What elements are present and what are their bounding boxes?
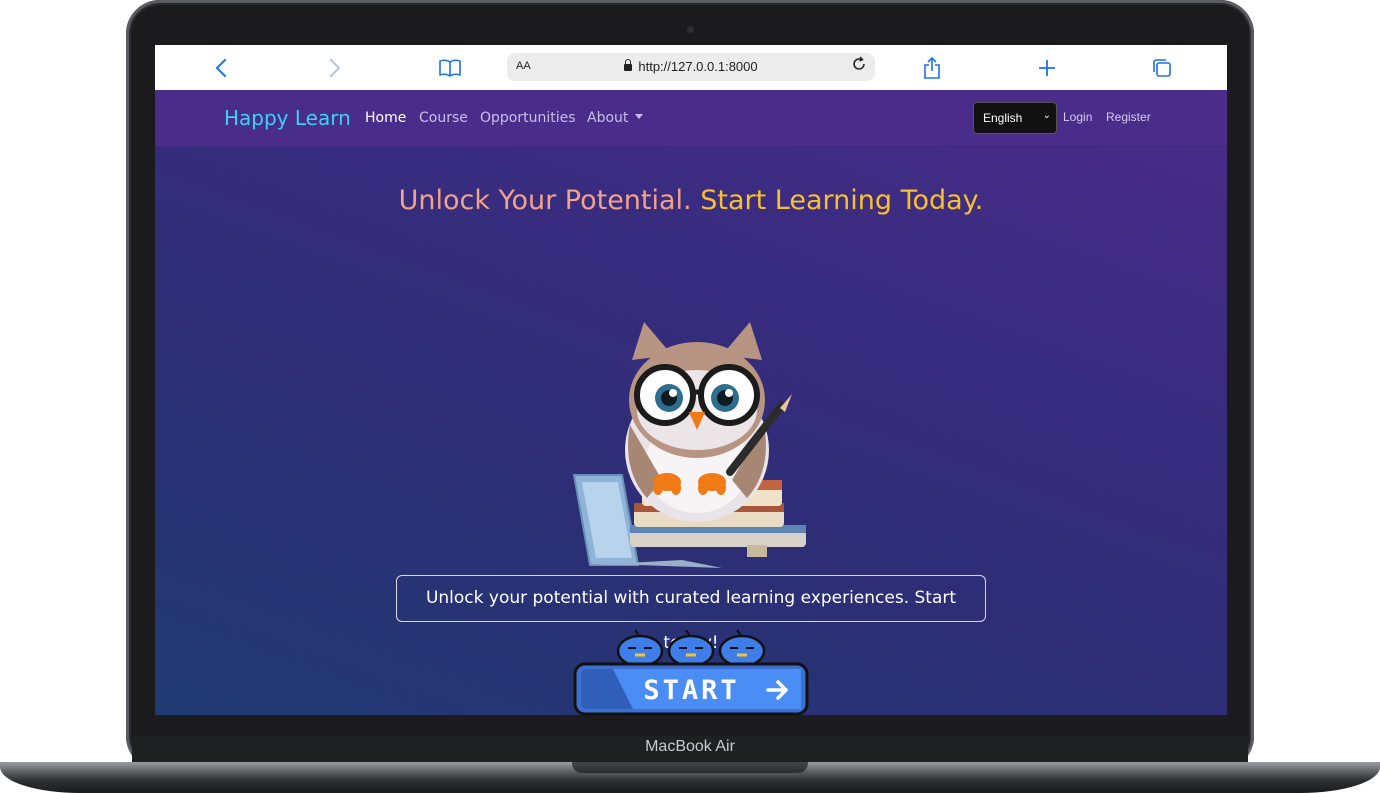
bird-icon (616, 629, 664, 668)
bookmarks-icon[interactable] (436, 54, 464, 82)
share-icon[interactable] (918, 54, 946, 82)
url-text: http://127.0.0.1:8000 (638, 59, 758, 74)
start-button-label: START (643, 675, 740, 706)
site-navbar: Happy Learn Home Course Opportunities Ab… (155, 90, 1227, 147)
laptop-screen: AA http://127.0.0.1:8000 Happy Learn Hom… (155, 45, 1227, 715)
hero-tagline: Unlock your potential with curated learn… (396, 575, 986, 653)
owl-illustration (572, 322, 806, 568)
device-label: MacBook Air (645, 738, 735, 755)
start-button[interactable]: START (573, 628, 809, 715)
nav-course[interactable]: Course (419, 110, 468, 126)
laptop-notch (572, 762, 808, 773)
lock-icon (624, 59, 633, 71)
nav-home[interactable]: Home (365, 110, 406, 126)
bird-icon (718, 629, 766, 668)
headline-part2: Start Learning Today. (700, 185, 984, 216)
new-tab-icon[interactable] (1033, 54, 1061, 82)
caret-down-icon (635, 114, 644, 119)
language-selected: English (983, 111, 1023, 125)
tabs-overview-icon[interactable] (1148, 54, 1176, 82)
bird-icon (667, 629, 715, 668)
webcam (687, 26, 694, 33)
headline-part1: Unlock Your Potential. (398, 185, 692, 216)
nav-opportunities[interactable]: Opportunities (480, 110, 576, 126)
reload-icon[interactable] (851, 56, 867, 77)
nav-about-label: About (587, 110, 629, 126)
nav-about-dropdown[interactable]: About (587, 110, 644, 126)
web-page: Happy Learn Home Course Opportunities Ab… (155, 90, 1227, 715)
chevron-down-icon: ⌄ (1042, 110, 1051, 121)
forward-icon[interactable] (321, 54, 349, 82)
login-link[interactable]: Login (1063, 110, 1092, 124)
back-icon[interactable] (207, 54, 235, 82)
browser-toolbar: AA http://127.0.0.1:8000 (155, 45, 1227, 90)
address-bar[interactable]: AA http://127.0.0.1:8000 (507, 53, 875, 81)
site-logo[interactable]: Happy Learn (224, 106, 351, 130)
register-link[interactable]: Register (1106, 110, 1151, 124)
hero-headline: Unlock Your Potential. Start Learning To… (155, 185, 1227, 216)
language-select[interactable]: English ⌄ (973, 102, 1057, 134)
